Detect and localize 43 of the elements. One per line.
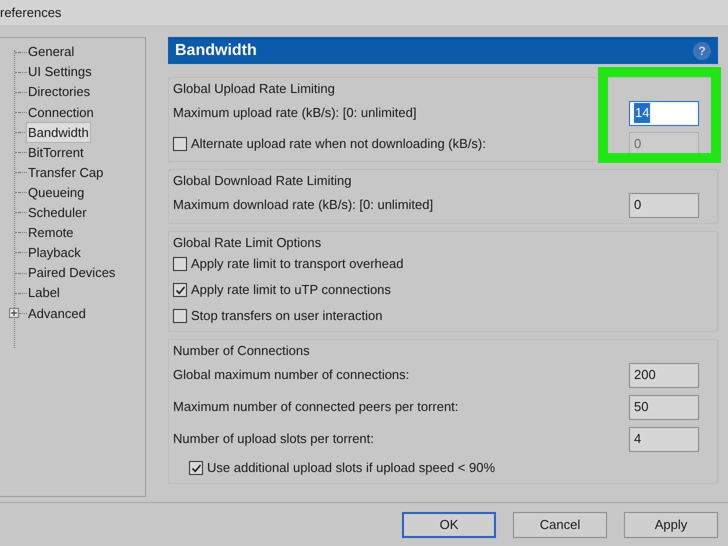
- checkbox-label: Stop transfers on user interaction: [191, 307, 382, 326]
- group-title: Global Download Rate Limiting: [173, 172, 352, 189]
- tree-item[interactable]: BitTorrent: [27, 142, 85, 162]
- checkbox[interactable]: [189, 461, 203, 475]
- tree-item[interactable]: Connection: [27, 102, 95, 122]
- tree-item[interactable]: Scheduler: [27, 203, 88, 223]
- field-label: Maximum download rate (kB/s): [0: unlimited]: [173, 196, 434, 214]
- number-field[interactable]: 14: [629, 100, 699, 126]
- checkbox-label: Apply rate limit to transport overhead: [191, 255, 404, 274]
- tree-item[interactable]: Paired Devices: [27, 263, 116, 283]
- checkbox-label: Use additional upload slots if upload speed < 90%: [207, 459, 496, 478]
- panel-title: Bandwidth: [175, 40, 257, 60]
- group-title: Global Rate Limit Options: [173, 234, 322, 251]
- checkbox[interactable]: [173, 283, 187, 297]
- dialog-button[interactable]: Cancel: [513, 512, 607, 538]
- group-title: Number of Connections: [173, 342, 311, 359]
- field-label: Number of upload slots per torrent:: [173, 430, 374, 448]
- number-field[interactable]: 200: [629, 362, 699, 388]
- tree-item[interactable]: Playback: [27, 243, 82, 263]
- tree-item[interactable]: Queueing: [27, 182, 86, 202]
- tree-item[interactable]: Label: [27, 283, 61, 303]
- number-field[interactable]: 0: [629, 192, 699, 218]
- field-label: Global maximum number of connections:: [173, 366, 410, 384]
- checkbox[interactable]: [173, 309, 187, 323]
- dialog-button[interactable]: Apply: [624, 512, 718, 538]
- number-field[interactable]: 50: [629, 394, 699, 420]
- tree-item[interactable]: Bandwidth: [27, 122, 90, 142]
- field-label: Maximum number of connected peers per torrent:: [173, 398, 458, 416]
- checkbox-label: Alternate upload rate when not downloading (kB/s):: [191, 135, 486, 154]
- group-title: Global Upload Rate Limiting: [173, 80, 336, 97]
- tree-item[interactable]: Remote: [27, 223, 75, 243]
- tree-item[interactable]: UI Settings: [27, 62, 93, 82]
- tree-item[interactable]: Advanced: [27, 304, 87, 324]
- checkbox[interactable]: [173, 257, 187, 271]
- tree-item[interactable]: Directories: [27, 82, 92, 102]
- checkbox-label: Apply rate limit to uTP connections: [191, 281, 391, 300]
- tree-item[interactable]: General: [27, 42, 76, 62]
- window-title: references: [0, 4, 62, 22]
- dialog-button[interactable]: OK: [402, 512, 496, 538]
- number-field[interactable]: 4: [629, 426, 699, 452]
- tree-item[interactable]: Transfer Cap: [27, 162, 104, 182]
- expander-icon[interactable]: [9, 308, 19, 318]
- field-label: Maximum upload rate (kB/s): [0: unlimited]: [173, 104, 416, 122]
